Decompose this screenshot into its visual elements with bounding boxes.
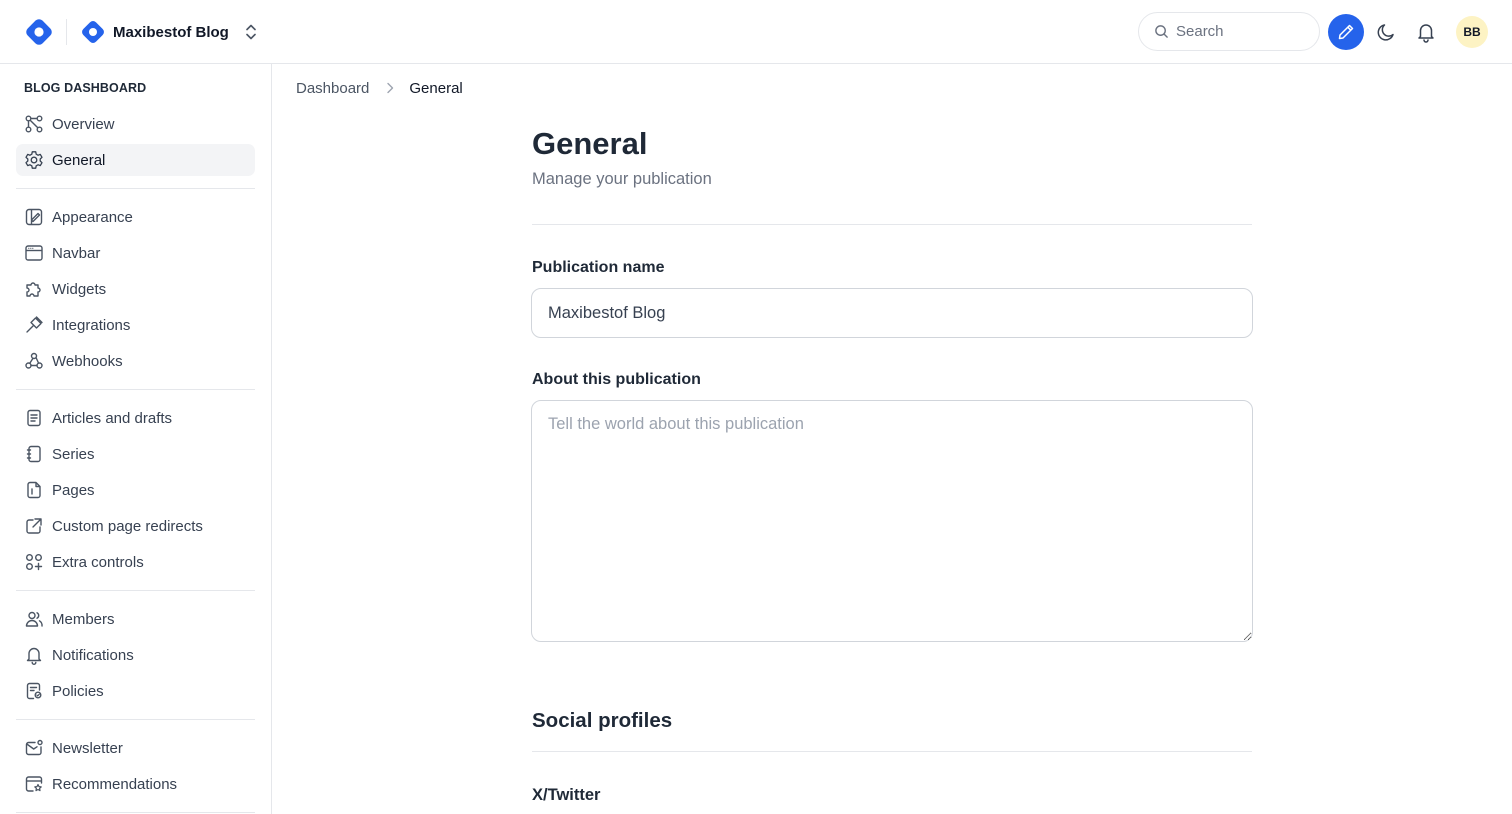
navbar-icon: [25, 245, 43, 261]
sidebar-item-policies[interactable]: Policies: [16, 675, 255, 707]
breadcrumb: Dashboard General: [296, 78, 463, 98]
breadcrumb-dashboard-link[interactable]: Dashboard: [296, 80, 369, 97]
sidebar-item-label: Extra controls: [52, 553, 144, 571]
write-button[interactable]: [1328, 14, 1364, 50]
header-divider: [66, 19, 67, 45]
sidebar-item-members[interactable]: Members: [16, 603, 255, 635]
sidebar-item-series[interactable]: Series: [16, 438, 255, 470]
users-icon: [25, 611, 43, 627]
sidebar-item-label: General: [52, 151, 106, 169]
sidebar-item-label: Custom page redirects: [52, 517, 203, 535]
sidebar-item-label: Navbar: [52, 244, 101, 262]
about-publication-label: About this publication: [532, 371, 701, 388]
publication-name: Maxibestof Blog: [113, 23, 229, 41]
section-divider: [532, 224, 1252, 225]
sidebar-item-integrations[interactable]: Integrations: [16, 309, 255, 341]
notebook-icon: [26, 445, 41, 463]
sidebar-item-navbar[interactable]: Navbar: [16, 237, 255, 269]
overview-icon: [25, 115, 43, 133]
chevron-up-down-icon: [246, 24, 256, 40]
mail-icon: [25, 739, 43, 756]
bell-icon: [26, 647, 42, 665]
sidebar-item-label: Appearance: [52, 208, 133, 226]
twitter-label: X/Twitter: [532, 786, 601, 804]
sidebar-item-newsletter[interactable]: Newsletter: [16, 732, 255, 764]
sidebar-item-label: Members: [52, 610, 115, 628]
sidebar-item-articles-and-drafts[interactable]: Articles and drafts: [16, 402, 255, 434]
sidebar-item-label: Policies: [52, 682, 104, 700]
sidebar-heading: BLOG DASHBOARD: [24, 81, 147, 95]
publication-name-label: Publication name: [532, 259, 665, 276]
puzzle-icon: [26, 282, 41, 297]
top-bar: Maxibestof Blog Search BB: [0, 0, 1512, 64]
sidebar-item-label: Series: [52, 445, 95, 463]
sidebar-divider: [16, 812, 255, 813]
about-publication-textarea[interactable]: [531, 400, 1253, 642]
sidebar-item-label: Newsletter: [52, 739, 123, 757]
publication-logo-icon: [82, 21, 104, 43]
appearance-icon: [25, 208, 43, 226]
sidebar-item-pages[interactable]: Pages: [16, 474, 255, 506]
sidebar-item-overview[interactable]: Overview: [16, 108, 255, 140]
search-box[interactable]: Search: [1138, 12, 1320, 51]
sidebar-item-webhooks[interactable]: Webhooks: [16, 345, 255, 377]
chevron-right-icon: [387, 82, 394, 94]
notifications-button[interactable]: [1413, 19, 1439, 45]
sidebar-item-custom-page-redirects[interactable]: Custom page redirects: [16, 510, 255, 542]
publication-switcher[interactable]: Maxibestof Blog: [80, 16, 259, 48]
search-icon: [1155, 25, 1168, 38]
sidebar-divider: [16, 719, 255, 720]
page-subtitle: Manage your publication: [532, 170, 712, 188]
pages-icon: [27, 481, 41, 499]
sidebar-item-label: Overview: [52, 115, 115, 133]
sidebar-item-label: Webhooks: [52, 352, 123, 370]
publication-name-input[interactable]: [531, 288, 1253, 338]
gear-icon: [25, 151, 43, 169]
pencil-icon: [1338, 24, 1354, 40]
user-avatar[interactable]: BB: [1456, 16, 1488, 48]
webhook-icon: [25, 352, 43, 369]
external-link-icon: [26, 518, 42, 534]
sidebar-item-label: Recommendations: [52, 775, 178, 793]
sidebar-item-label: Integrations: [52, 316, 131, 334]
page-title: General: [532, 126, 648, 161]
hashnode-logo-icon[interactable]: [24, 17, 54, 47]
plug-icon: [26, 316, 43, 333]
sidebar-item-general[interactable]: General: [16, 144, 255, 176]
social-profiles-heading: Social profiles: [532, 709, 673, 732]
search-placeholder: Search: [1176, 23, 1224, 40]
sidebar-item-label: Notifications: [52, 646, 134, 664]
moon-icon: [1377, 24, 1394, 41]
sidebar-item-label: Pages: [52, 481, 95, 499]
recommendations-icon: [25, 776, 43, 792]
theme-toggle-button[interactable]: [1373, 19, 1399, 45]
sidebar-item-label: Widgets: [52, 280, 107, 298]
sidebar-item-recommendations[interactable]: Recommendations: [16, 768, 255, 800]
sidebar-item-label: Articles and drafts: [52, 409, 173, 427]
policy-icon: [26, 682, 42, 700]
sidebar: BLOG DASHBOARD Overview General Appearan…: [0, 64, 272, 814]
sidebar-divider: [16, 188, 255, 189]
sidebar-item-appearance[interactable]: Appearance: [16, 201, 255, 233]
sidebar-item-extra-controls[interactable]: Extra controls: [16, 546, 255, 578]
bell-icon: [1418, 24, 1434, 43]
sidebar-item-widgets[interactable]: Widgets: [16, 273, 255, 305]
section-divider: [532, 751, 1252, 752]
controls-icon: [26, 554, 43, 571]
breadcrumb-current: General: [409, 79, 463, 97]
sidebar-item-notifications[interactable]: Notifications: [16, 639, 255, 671]
sidebar-divider: [16, 389, 255, 390]
sidebar-divider: [16, 590, 255, 591]
document-icon: [27, 409, 41, 427]
